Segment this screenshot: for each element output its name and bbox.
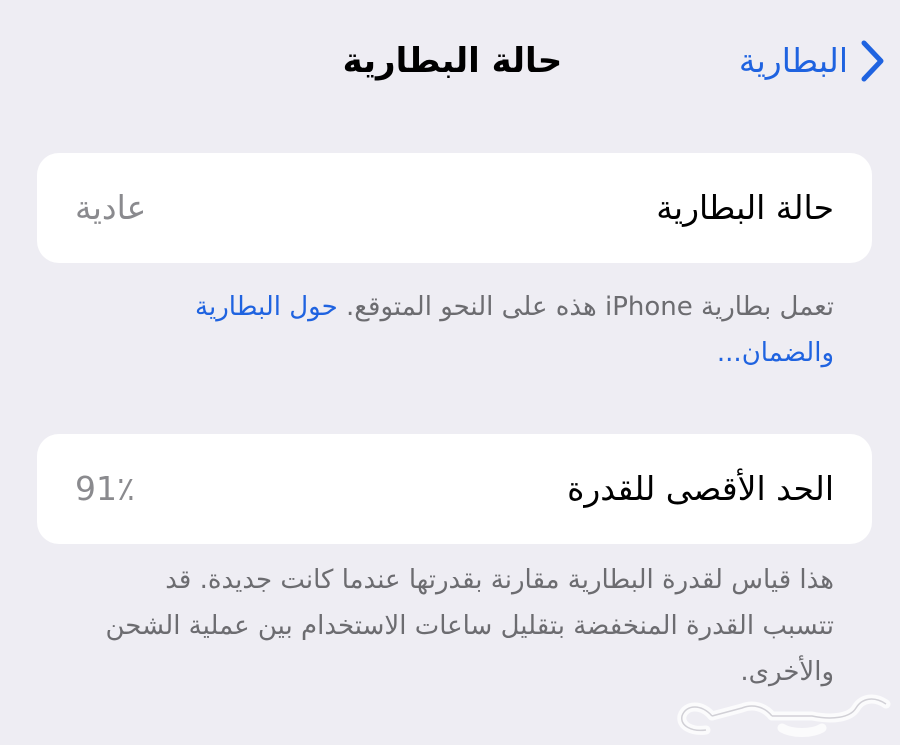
battery-health-value: عادية [75, 188, 147, 227]
battery-health-footnote-text: تعمل بطارية iPhone هذه على النحو المتوقع… [337, 292, 834, 322]
battery-health-footnote: تعمل بطارية iPhone هذه على النحو المتوقع… [104, 284, 834, 376]
maximum-capacity-footnote: هذا قياس لقدرة البطارية مقارنة بقدرتها ع… [105, 565, 835, 687]
battery-health-row: حالة البطارية عادية [37, 153, 872, 263]
navigation-bar: البطارية حالة البطارية [0, 0, 900, 120]
haraj-watermark-logo [677, 694, 891, 737]
page-title: حالة البطارية [342, 41, 563, 81]
maximum-capacity-value: 91٪ [75, 469, 135, 508]
maximum-capacity-label: الحد الأقصى للقدرة [567, 469, 834, 508]
maximum-capacity-row: الحد الأقصى للقدرة 91٪ [37, 434, 872, 544]
battery-health-label: حالة البطارية [656, 188, 834, 227]
